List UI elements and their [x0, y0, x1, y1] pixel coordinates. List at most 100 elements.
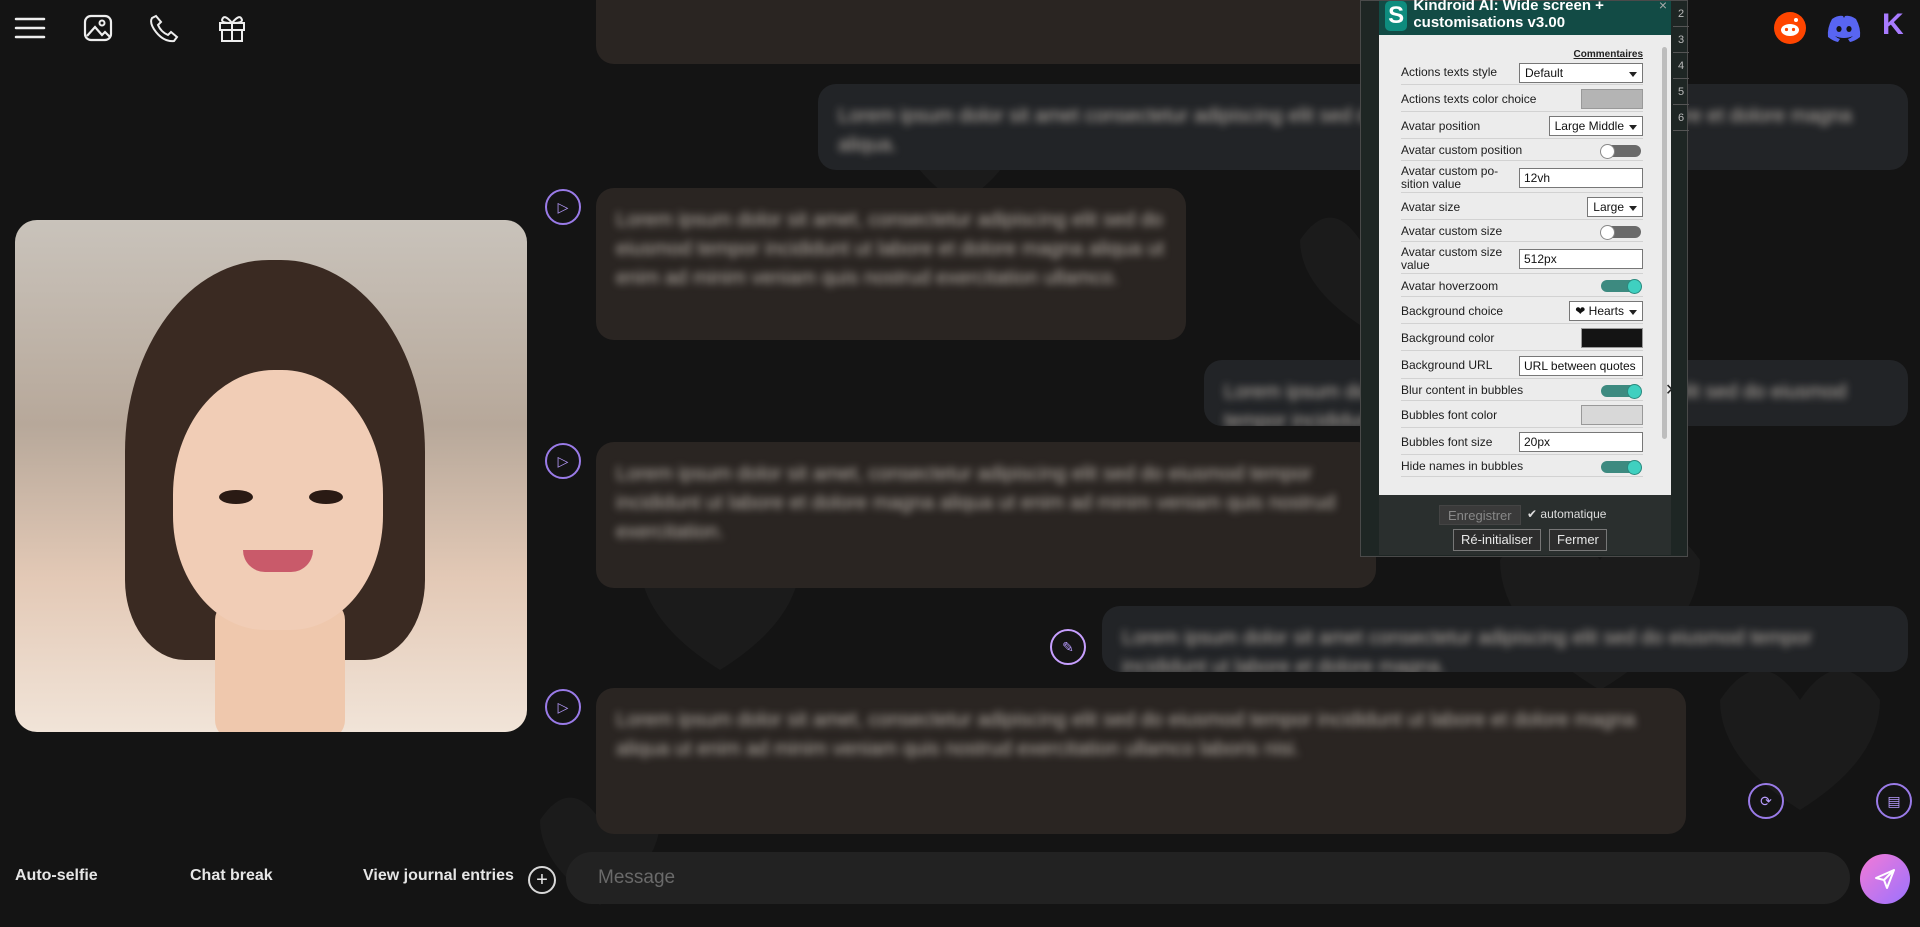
option-hide-names: Hide names in bubbles	[1401, 457, 1643, 477]
panel-options: Commentaires Actions texts style Default…	[1379, 35, 1671, 495]
line-number: 6	[1673, 105, 1689, 131]
comments-link[interactable]: Commentaires	[1574, 49, 1643, 60]
option-avatar-custom-size-value: Avatar custom size value 512px	[1401, 244, 1643, 274]
option-label: Avatar size	[1401, 199, 1461, 214]
avatar-hoverzoom-toggle[interactable]	[1601, 279, 1642, 294]
add-button[interactable]: +	[528, 866, 556, 894]
phone-icon[interactable]	[148, 12, 180, 44]
play-voice-button[interactable]: ▷	[545, 443, 581, 479]
bubbles-font-size-input[interactable]: 20px	[1519, 432, 1643, 452]
actions-style-select[interactable]: Default	[1519, 62, 1643, 83]
menu-icon[interactable]	[14, 12, 46, 44]
option-background-color: Background color	[1401, 326, 1643, 351]
save-button[interactable]: Enregistrer	[1439, 505, 1521, 525]
view-journal-button[interactable]: View journal entries	[363, 867, 514, 885]
message-input[interactable]	[566, 852, 1850, 904]
message-text: Lorem ipsum dolor sit amet, consectetur …	[616, 209, 1165, 289]
option-actions-color: Actions texts color choice	[1401, 87, 1643, 112]
panel-header: S Kindroid AI: Wide screen + customisati…	[1379, 0, 1671, 35]
discord-icon[interactable]	[1827, 14, 1861, 43]
option-background-choice: Background choice ❤ Hearts	[1401, 299, 1643, 324]
chat-bubble-ai: Lorem ipsum dolor sit amet, consectetur …	[596, 688, 1686, 834]
avatar-custom-position-toggle[interactable]	[1600, 143, 1641, 159]
option-label: Bubbles font size	[1401, 434, 1493, 449]
avatar-size-select[interactable]: Large	[1587, 197, 1643, 217]
auto-selfie-button[interactable]: Auto-selfie	[15, 867, 98, 885]
background-choice-select[interactable]: ❤ Hearts	[1569, 301, 1643, 321]
line-number: 3	[1673, 27, 1689, 53]
option-avatar-hoverzoom: Avatar hoverzoom	[1401, 276, 1643, 297]
avatar-size-value-input[interactable]: 512px	[1519, 248, 1643, 269]
side-line-numbers: 2 3 4 5 6	[1673, 1, 1689, 131]
message-text: Lorem ipsum dolor sit amet consectetur a…	[1122, 627, 1813, 672]
background-url-input[interactable]: URL between quotes	[1519, 355, 1643, 376]
chat-bubble-user: Lorem ipsum dolor sit amet consectetur a…	[1102, 606, 1908, 672]
regenerate-button[interactable]: ⟳	[1748, 783, 1784, 819]
panel-footer: Enregistrer ✔ automatique Ré-initialiser…	[1379, 495, 1671, 555]
option-label: Avatar custom size value	[1401, 244, 1503, 272]
line-number: 5	[1673, 79, 1689, 105]
play-voice-button[interactable]: ▷	[545, 689, 581, 725]
chat-break-button[interactable]: Chat break	[190, 867, 273, 885]
option-label: Actions texts color choice	[1401, 91, 1537, 106]
panel-title: Kindroid AI: Wide screen + customisation…	[1413, 0, 1604, 31]
avatar-smile	[243, 550, 313, 572]
journal-note-button[interactable]: ▤	[1876, 783, 1912, 819]
option-label: Avatar custom po- sition value	[1401, 163, 1499, 191]
customisation-panel: S Kindroid AI: Wide screen + customisati…	[1360, 0, 1689, 557]
reddit-icon[interactable]	[1774, 12, 1806, 44]
bubbles-font-color-swatch[interactable]	[1581, 405, 1643, 425]
option-label: Blur content in bubbles	[1401, 383, 1524, 397]
option-bubbles-font-color: Bubbles font color	[1401, 403, 1643, 428]
avatar-custom-size-toggle[interactable]	[1600, 224, 1641, 240]
option-avatar-custom-size: Avatar custom size	[1401, 222, 1643, 242]
hide-names-toggle[interactable]	[1601, 459, 1642, 475]
background-color-swatch[interactable]	[1581, 328, 1643, 348]
option-label: Actions texts style	[1401, 65, 1498, 79]
option-avatar-size: Avatar size Large	[1401, 195, 1643, 220]
avatar-position-select[interactable]: Large Middle	[1548, 116, 1643, 136]
option-bubbles-font-size: Bubbles font size 20px	[1401, 430, 1643, 455]
chat-bubble-ai: Lorem ipsum dolor sit amet, consectetur …	[596, 442, 1376, 588]
avatar-position-value-input[interactable]: 12vh	[1519, 167, 1643, 188]
line-number: 4	[1673, 53, 1689, 79]
avatar-image[interactable]	[15, 220, 527, 732]
avatar-eye	[219, 490, 253, 504]
actions-color-swatch[interactable]	[1581, 89, 1643, 109]
option-label: Avatar hoverzoom	[1401, 278, 1499, 293]
kindroid-logo[interactable]: K	[1882, 8, 1904, 42]
option-label: Bubbles font color	[1401, 407, 1498, 422]
send-button[interactable]	[1860, 854, 1910, 904]
message-text: Lorem ipsum dolor sit amet, consectetur …	[616, 463, 1336, 543]
edit-message-button[interactable]: ✎	[1050, 629, 1086, 665]
avatar-face	[173, 370, 383, 630]
play-voice-button[interactable]: ▷	[545, 189, 581, 225]
option-label: Background choice	[1401, 303, 1504, 318]
clear-x-icon[interactable]: ✕	[1665, 380, 1671, 400]
chat-bubble-ai: Lorem ipsum dolor sit amet, consectetur …	[596, 188, 1186, 340]
image-icon[interactable]	[82, 12, 114, 44]
option-label: Avatar custom size	[1401, 224, 1503, 238]
option-label: Background color	[1401, 330, 1495, 345]
panel-close-icon[interactable]: ×	[1659, 0, 1667, 13]
avatar-eye	[309, 490, 343, 504]
option-label: Background URL	[1401, 358, 1493, 372]
option-label: Avatar custom position	[1401, 143, 1523, 157]
option-avatar-custom-position: Avatar custom position	[1401, 141, 1643, 161]
close-panel-button[interactable]: Fermer	[1549, 529, 1607, 551]
gift-icon[interactable]	[216, 12, 248, 44]
blur-content-toggle[interactable]	[1601, 383, 1642, 399]
script-logo: S	[1385, 1, 1408, 31]
auto-save-checkbox[interactable]: ✔ automatique	[1527, 507, 1606, 521]
message-text: Lorem ipsum dolor sit amet, consectetur …	[616, 709, 1636, 760]
option-actions-texts-style: Actions texts style Default	[1401, 61, 1643, 85]
option-avatar-custom-position-value: Avatar custom po- sition value 12vh	[1401, 163, 1643, 193]
option-avatar-position: Avatar position Large Middle	[1401, 114, 1643, 139]
option-blur-content: Blur content in bubbles	[1401, 381, 1643, 401]
option-background-url: Background URL URL between quotes	[1401, 353, 1643, 379]
option-label: Avatar position	[1401, 118, 1481, 133]
line-number: 2	[1673, 1, 1689, 27]
option-label: Hide names in bubbles	[1401, 459, 1524, 473]
reset-button[interactable]: Ré-initialiser	[1453, 529, 1541, 551]
send-icon	[1875, 869, 1895, 889]
